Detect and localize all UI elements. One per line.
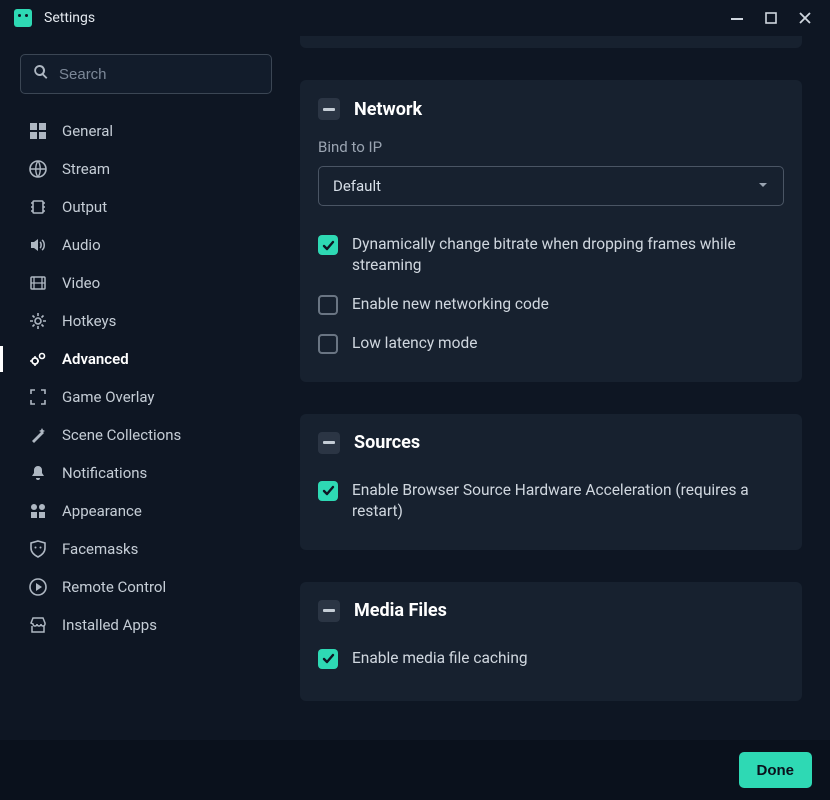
shapes-icon: [28, 501, 48, 521]
check-icon: [318, 649, 338, 669]
section-title: Media Files: [354, 600, 447, 621]
gear-icon: [28, 311, 48, 331]
sidebar-item-remote-control[interactable]: Remote Control: [20, 568, 272, 606]
sidebar-item-game-overlay[interactable]: Game Overlay: [20, 378, 272, 416]
expand-icon: [28, 387, 48, 407]
bind-to-ip-label: Bind to IP: [318, 138, 784, 156]
sidebar-item-audio[interactable]: Audio: [20, 226, 272, 264]
film-icon: [28, 273, 48, 293]
sidebar-item-hotkeys[interactable]: Hotkeys: [20, 302, 272, 340]
sidebar-item-label: Stream: [62, 160, 110, 178]
wand-icon: [28, 425, 48, 445]
checkbox-empty-icon: [318, 334, 338, 354]
sidebar-item-stream[interactable]: Stream: [20, 150, 272, 188]
window-maximize-button[interactable]: [754, 4, 788, 32]
sidebar-item-video[interactable]: Video: [20, 264, 272, 302]
sources-panel: Sources Enable Browser Source Hardware A…: [300, 414, 802, 550]
done-button[interactable]: Done: [739, 752, 813, 788]
checkbox-empty-icon: [318, 295, 338, 315]
window-close-button[interactable]: [788, 4, 822, 32]
chip-icon: [28, 197, 48, 217]
sidebar-item-label: Appearance: [62, 502, 142, 520]
sidebar-item-label: Facemasks: [62, 540, 138, 558]
checkbox-label: Enable media file caching: [352, 648, 538, 669]
collapse-button[interactable]: [318, 432, 340, 454]
previous-section-panel: [300, 36, 802, 48]
sidebar-item-label: Scene Collections: [62, 426, 181, 444]
window-title: Settings: [44, 10, 95, 26]
checkbox-label: Enable new networking code: [352, 294, 559, 315]
checkbox-new-networking-code[interactable]: Enable new networking code: [318, 286, 784, 325]
sidebar-item-label: Video: [62, 274, 100, 292]
collapse-button[interactable]: [318, 600, 340, 622]
sidebar-item-label: Notifications: [62, 464, 147, 482]
checkbox-media-caching[interactable]: Enable media file caching: [318, 640, 784, 679]
checkbox-label: Low latency mode: [352, 333, 487, 354]
sidebar-item-label: Remote Control: [62, 578, 166, 596]
footer: Done: [0, 740, 830, 800]
shield-icon: [28, 539, 48, 559]
sidebar-nav: General Stream Output Audio Video Hotkey…: [20, 112, 272, 644]
select-value: Default: [333, 177, 381, 195]
store-icon: [28, 615, 48, 635]
sidebar-item-label: Output: [62, 198, 107, 216]
window-minimize-button[interactable]: [720, 4, 754, 32]
sidebar-item-advanced[interactable]: Advanced: [20, 340, 272, 378]
sidebar-item-label: Hotkeys: [62, 312, 116, 330]
sidebar: General Stream Output Audio Video Hotkey…: [0, 36, 288, 740]
sidebar-item-notifications[interactable]: Notifications: [20, 454, 272, 492]
speaker-icon: [28, 235, 48, 255]
sidebar-item-facemasks[interactable]: Facemasks: [20, 530, 272, 568]
content-area: Network Bind to IP Default Dynamically c…: [288, 36, 830, 740]
play-circle-icon: [28, 577, 48, 597]
grid-icon: [28, 121, 48, 141]
checkbox-low-latency-mode[interactable]: Low latency mode: [318, 325, 784, 364]
search-input[interactable]: [59, 66, 259, 83]
chevron-down-icon: [757, 177, 769, 195]
section-title: Network: [354, 99, 422, 120]
check-icon: [318, 481, 338, 501]
bell-icon: [28, 463, 48, 483]
globe-icon: [28, 159, 48, 179]
app-icon: [14, 9, 32, 27]
sidebar-item-label: Audio: [62, 236, 101, 254]
sidebar-item-output[interactable]: Output: [20, 188, 272, 226]
sidebar-item-appearance[interactable]: Appearance: [20, 492, 272, 530]
collapse-button[interactable]: [318, 98, 340, 120]
check-icon: [318, 235, 338, 255]
checkbox-label: Dynamically change bitrate when dropping…: [352, 234, 784, 276]
sidebar-item-general[interactable]: General: [20, 112, 272, 150]
sidebar-item-scene-collections[interactable]: Scene Collections: [20, 416, 272, 454]
sidebar-item-label: Advanced: [62, 350, 129, 368]
search-input-wrap[interactable]: [20, 54, 272, 94]
search-icon: [33, 64, 49, 84]
sidebar-item-label: Installed Apps: [62, 616, 157, 634]
section-title: Sources: [354, 432, 420, 453]
checkbox-label: Enable Browser Source Hardware Accelerat…: [352, 480, 784, 522]
sidebar-item-label: Game Overlay: [62, 388, 155, 406]
sidebar-item-installed-apps[interactable]: Installed Apps: [20, 606, 272, 644]
bind-to-ip-select[interactable]: Default: [318, 166, 784, 206]
gears-icon: [28, 349, 48, 369]
sidebar-item-label: General: [62, 122, 113, 140]
media-files-panel: Media Files Enable media file caching: [300, 582, 802, 701]
checkbox-browser-source-hw-accel[interactable]: Enable Browser Source Hardware Accelerat…: [318, 472, 784, 532]
network-panel: Network Bind to IP Default Dynamically c…: [300, 80, 802, 382]
checkbox-dynamic-bitrate[interactable]: Dynamically change bitrate when dropping…: [318, 226, 784, 286]
titlebar: Settings: [0, 0, 830, 36]
